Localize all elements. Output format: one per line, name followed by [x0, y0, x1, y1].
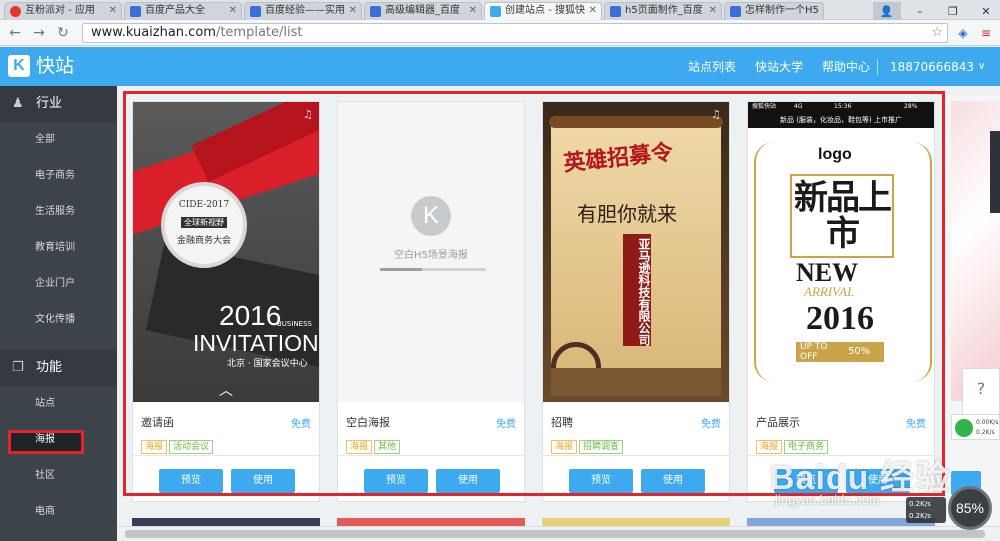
url-path: /template/list [215, 25, 303, 40]
minimize-button[interactable]: – [906, 2, 934, 22]
browser-tab-active[interactable]: 创建站点 - 搜狐快 ✕ [484, 2, 602, 20]
sidebar-item-community[interactable]: 社区 [0, 458, 117, 494]
browser-tab[interactable]: h5页面制作_百度 ✕ [604, 2, 722, 20]
kuaizhan-logo-icon[interactable]: K [8, 55, 30, 77]
browser-tabbar: 互粉派对 - 应用 ✕ 百度产品大全 ✕ 百度经验——实用 ✕ 高级编辑器_百度… [0, 0, 1000, 22]
browser-tab[interactable]: 怎样制作一个H5 [724, 2, 824, 20]
nav-divider [877, 59, 878, 75]
nav-site-list[interactable]: 站点列表 [688, 59, 736, 75]
back-icon[interactable]: ← [6, 24, 24, 42]
help-icon[interactable]: ? [962, 368, 1000, 416]
sidebar-item-all[interactable]: 全部 [0, 122, 117, 158]
browser-tab[interactable]: 百度产品大全 ✕ [124, 2, 242, 20]
wifi-icon [955, 419, 973, 437]
next-row-card-top [132, 518, 320, 526]
reload-icon[interactable]: ↻ [54, 24, 72, 42]
menu-icon[interactable]: ≡ [978, 25, 994, 41]
tab-title: 互粉派对 - 应用 [25, 5, 95, 16]
sidebar-item-label: 文化传播 [35, 314, 75, 325]
horizontal-scrollbar[interactable] [117, 526, 1000, 541]
site-header: K 快站 站点列表 快站大学 帮助中心 18870666843 ∨ [0, 47, 1000, 86]
sidebar-item-label: 社区 [35, 470, 55, 481]
site-logo-text[interactable]: 快站 [36, 53, 74, 79]
browser-tab[interactable]: 高级编辑器_百度 ✕ [364, 2, 482, 20]
browser-toolbar: ← → ↻ www.kuaizhan.com/template/list ☆ ◈… [0, 20, 1000, 46]
next-row-card-top [337, 518, 525, 526]
tab-title: 百度产品大全 [145, 5, 205, 16]
speed-up: 0.2K/s [909, 500, 931, 508]
close-tab-icon[interactable]: ✕ [589, 3, 597, 19]
close-tab-icon[interactable]: ✕ [709, 3, 717, 19]
tab-title: 百度经验——实用 [265, 5, 345, 16]
shield-extension-icon[interactable]: ◈ [955, 25, 971, 41]
baidu-paw-icon [610, 6, 621, 17]
close-tab-icon[interactable]: ✕ [349, 3, 357, 19]
network-monitor: 0.00K/s 0.2K/s [951, 414, 1000, 440]
annotation-highlight-frame [123, 91, 945, 496]
url-host: www.kuaizhan.com [91, 25, 216, 40]
speed-readout: 0.2K/s 0.2K/s [906, 497, 946, 523]
tab-title: 创建站点 - 搜狐快 [505, 5, 585, 16]
sidebar-item-enterprise[interactable]: 企业门户 [0, 266, 117, 302]
browser-tab[interactable]: 百度经验——实用 ✕ [244, 2, 362, 20]
baidu-paw-icon [370, 6, 381, 17]
scrollbar-thumb[interactable] [125, 530, 985, 538]
nav-university[interactable]: 快站大学 [755, 59, 803, 75]
sidebar: ♟ 行业 全部 电子商务 生活服务 教育培训 企业门户 文化传播 ❐ 功能 站点… [0, 86, 117, 541]
sidebar-head-industry: ♟ 行业 [0, 86, 117, 122]
sidebar-item-label: 教育培训 [35, 242, 75, 253]
tab-title: 怎样制作一个H5 [745, 5, 819, 16]
close-tab-icon[interactable]: ✕ [109, 3, 117, 19]
restore-button[interactable]: ❐ [939, 2, 967, 22]
sidebar-item-education[interactable]: 教育培训 [0, 230, 117, 266]
function-icon: ❐ [12, 360, 24, 375]
sidebar-item-life-services[interactable]: 生活服务 [0, 194, 117, 230]
sidebar-item-ecommerce[interactable]: 电子商务 [0, 158, 117, 194]
browser-tab[interactable]: 互粉派对 - 应用 ✕ [4, 2, 122, 20]
sidebar-item-label: 生活服务 [35, 206, 75, 217]
address-bar[interactable]: www.kuaizhan.com/template/list ☆ [82, 23, 948, 43]
baidu-paw-icon [250, 6, 261, 17]
baidu-watermark-url: jingyan.baidu.com [775, 492, 880, 507]
sidebar-item-poster[interactable]: 海报 [0, 422, 117, 458]
speed-gauge[interactable]: 85% [948, 486, 992, 530]
sidebar-item-site[interactable]: 站点 [0, 386, 117, 422]
close-tab-icon[interactable]: ✕ [469, 3, 477, 19]
sidebar-item-label: 站点 [35, 398, 55, 409]
user-icon[interactable]: 👤 [872, 2, 901, 22]
baidu-paw-icon [730, 6, 741, 17]
baidu-paw-icon [130, 6, 141, 17]
tab-title: h5页面制作_百度 [625, 5, 703, 16]
nav-help-center[interactable]: 帮助中心 [822, 59, 870, 75]
close-tab-icon[interactable]: ✕ [229, 3, 237, 19]
user-phone[interactable]: 18870666843 [890, 59, 974, 75]
sidebar-item-label: 海报 [35, 434, 55, 445]
sidebar-item-label: 全部 [35, 134, 55, 145]
sidebar-item-label: 企业门户 [35, 278, 75, 289]
speed-down: 0.2K/s [909, 512, 931, 520]
net-down-speed: 0.2K/s [976, 429, 995, 436]
industry-icon: ♟ [12, 96, 24, 111]
net-up-speed: 0.00K/s [976, 419, 999, 426]
bookmark-star-icon[interactable]: ☆ [931, 24, 943, 42]
sidebar-item-ecommerce-function[interactable]: 电商 [0, 494, 117, 530]
sidebar-item-culture[interactable]: 文化传播 [0, 302, 117, 338]
kuaizhan-icon [490, 6, 501, 17]
tab-title: 高级编辑器_百度 [385, 5, 460, 16]
sidebar-head-function: ❐ 功能 [0, 350, 117, 386]
sidebar-item-label: 电商 [35, 506, 55, 517]
close-window-button[interactable]: ✕ [972, 2, 1000, 22]
sidebar-head-label: 功能 [36, 360, 63, 375]
next-row-card-top [542, 518, 730, 526]
weibo-icon [10, 6, 21, 17]
floating-sidebar-widget[interactable] [990, 131, 1000, 213]
window-controls: 👤 – ❐ ✕ [872, 0, 1000, 22]
chevron-down-icon[interactable]: ∨ [978, 59, 985, 75]
sidebar-item-label: 电子商务 [35, 170, 75, 181]
sidebar-head-label: 行业 [36, 96, 63, 111]
forward-icon[interactable]: → [30, 24, 48, 42]
